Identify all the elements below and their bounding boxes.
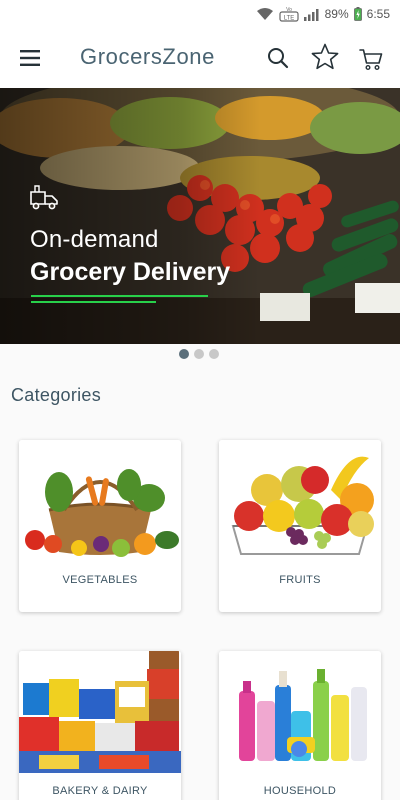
carousel-dot-2[interactable] (194, 349, 204, 359)
cart-button[interactable] (358, 46, 384, 72)
banner-overlay (0, 88, 260, 344)
hamburger-menu-icon (20, 50, 40, 66)
signal-icon (303, 8, 319, 21)
volte-icon: LTE Vo (279, 7, 299, 22)
carousel-dot-3[interactable] (209, 349, 219, 359)
delivery-truck-icon (30, 185, 58, 210)
battery-percent: 89% (324, 7, 349, 21)
wifi-icon (256, 8, 273, 20)
status-icons: LTE Vo 89% 6:55 (256, 5, 390, 23)
search-button[interactable] (266, 46, 290, 70)
category-label: HOUSEHOLD (263, 785, 337, 797)
category-label: FRUITS (279, 574, 321, 586)
banner-headline: On-demand (30, 226, 159, 253)
category-card-household[interactable]: HOUSEHOLD (219, 651, 381, 800)
app-bar: GrocersZone (0, 28, 400, 88)
svg-text:LTE: LTE (283, 16, 294, 22)
categories-heading: Categories (11, 385, 102, 405)
category-card-vegetables[interactable]: VEGETABLES (19, 440, 181, 612)
household-image (219, 651, 381, 773)
carousel-indicator (179, 349, 219, 359)
category-card-fruits[interactable]: FRUITS (219, 440, 381, 612)
cart-icon (359, 49, 383, 71)
status-bar: LTE Vo 89% 6:55 (0, 0, 400, 28)
category-label: BAKERY & DAIRY (52, 785, 148, 797)
category-card-bakery-dairy[interactable]: BAKERY & DAIRY (19, 651, 181, 800)
svg-text:Vo: Vo (286, 7, 292, 13)
favorites-button[interactable] (310, 42, 340, 72)
star-icon (311, 43, 339, 70)
banner-accent-line (31, 301, 156, 303)
search-icon (268, 48, 289, 69)
app-title: GrocersZone (80, 44, 215, 69)
battery-charging-icon (353, 7, 362, 21)
fruits-image (219, 440, 381, 562)
banner-subheadline: Grocery Delivery (30, 258, 231, 286)
menu-button[interactable] (18, 46, 44, 70)
category-label: VEGETABLES (62, 574, 138, 586)
vegetables-image (19, 440, 181, 562)
bakery-dairy-image (19, 651, 181, 773)
banner-accent-line (31, 295, 208, 297)
carousel-dot-1[interactable] (179, 349, 189, 359)
promo-banner[interactable]: On-demand Grocery Delivery (0, 88, 400, 344)
clock: 6:55 (366, 7, 390, 21)
